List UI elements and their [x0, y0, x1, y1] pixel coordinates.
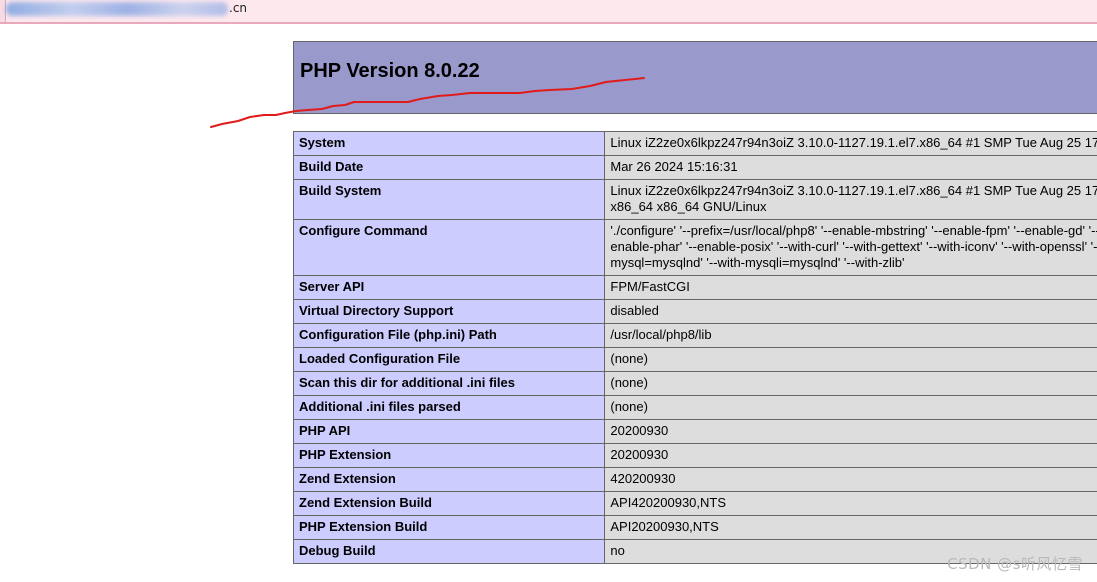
row-label: Additional .ini files parsed: [292, 395, 606, 420]
php-info-table: System Linux iZ2ze0x6lkpz247r94n3oiZ 3.10…: [292, 131, 1097, 564]
row-value-line: API420200930,NTS: [610, 495, 727, 510]
table-row: Configure Command './configure' '--prefix…: [292, 219, 1097, 276]
table-row: Loaded Configuration File (none): [292, 347, 1097, 372]
row-value: Linux iZ2ze0x6lkpz247r94n3oiZ 3.10.0-112…: [604, 179, 1097, 220]
row-label: Server API: [292, 275, 606, 300]
row-value: /usr/local/php8/lib: [604, 323, 1097, 348]
row-label: PHP API: [292, 419, 606, 444]
row-value: disabled: [604, 299, 1097, 324]
row-value: API20200930,NTS: [604, 515, 1097, 540]
row-label: Loaded Configuration File: [292, 347, 606, 372]
row-value-line: FPM/FastCGI: [610, 279, 690, 294]
row-value-line: (none): [610, 399, 648, 414]
row-value-line: /usr/local/php8/lib: [610, 327, 712, 342]
table-row: Zend Extension Build API420200930,NTS: [292, 491, 1097, 516]
row-value: (none): [604, 371, 1097, 396]
row-value-line: mysql=mysqlnd' '--with-mysqli=mysqlnd' '…: [610, 255, 905, 270]
table-row: Scan this dir for additional .ini files (…: [292, 371, 1097, 396]
row-value-line: Mar 26 2024 15:16:31: [610, 159, 738, 174]
row-value: 20200930: [604, 443, 1097, 468]
row-value: (none): [604, 395, 1097, 420]
row-value-line: enable-phar' '--enable-posix' '--with-cu…: [610, 239, 1097, 254]
row-label: Scan this dir for additional .ini files: [292, 371, 606, 396]
row-label: Build Date: [292, 155, 606, 180]
php-info-table-body: System Linux iZ2ze0x6lkpz247r94n3oiZ 3.10…: [292, 131, 1097, 564]
table-row: Zend Extension 420200930: [292, 467, 1097, 492]
redacted-url: [6, 2, 228, 16]
row-label: Configure Command: [292, 219, 606, 276]
table-row: Build System Linux iZ2ze0x6lkpz247r94n3oi…: [292, 179, 1097, 220]
row-value: API420200930,NTS: [604, 491, 1097, 516]
row-value: Linux iZ2ze0x6lkpz247r94n3oiZ 3.10.0-112…: [604, 131, 1097, 156]
table-row: Build Date Mar 26 2024 15:16:31: [292, 155, 1097, 180]
row-value-line: 20200930: [610, 423, 669, 438]
row-value: FPM/FastCGI: [604, 275, 1097, 300]
row-label: PHP Extension Build: [292, 515, 606, 540]
row-value-line: (none): [610, 351, 648, 366]
row-value: 420200930: [604, 467, 1097, 492]
table-row: Configuration File (php.ini) Path/usr/lo…: [292, 323, 1097, 348]
table-row: Server API FPM/FastCGI: [292, 275, 1097, 300]
row-value-line: x86_64 x86_64 GNU/Linux: [610, 199, 767, 214]
row-label: Virtual Directory Support: [292, 299, 606, 324]
row-value: Mar 26 2024 15:16:31: [604, 155, 1097, 180]
row-value-line: './configure' '--prefix=/usr/local/php8'…: [610, 223, 1097, 238]
row-label: Build System: [292, 179, 606, 220]
table-row: PHP Extension Build API20200930,NTS: [292, 515, 1097, 540]
row-value-line: (none): [610, 375, 648, 390]
row-label: PHP Extension: [292, 443, 606, 468]
row-value-line: 20200930: [610, 447, 669, 462]
row-label: Debug Build: [292, 539, 606, 564]
row-value: (none): [604, 347, 1097, 372]
page-title: PHP Version 8.0.22: [300, 60, 480, 82]
php-version-header: PHP Version 8.0.22: [293, 41, 1097, 114]
row-value-line: API20200930,NTS: [610, 519, 719, 534]
row-value-line: Linux iZ2ze0x6lkpz247r94n3oiZ 3.10.0-112…: [610, 135, 1097, 150]
row-label: Zend Extension: [292, 467, 606, 492]
url-suffix: .cn: [229, 1, 248, 15]
row-label: Zend Extension Build: [292, 491, 606, 516]
browser-address-bar[interactable]: .cn: [0, 0, 1097, 24]
table-row: PHP Extension 20200930: [292, 443, 1097, 468]
row-value-line: 420200930: [610, 471, 676, 486]
table-row: Virtual Directory Support disabled: [292, 299, 1097, 324]
table-row: System Linux iZ2ze0x6lkpz247r94n3oiZ 3.10…: [292, 131, 1097, 156]
row-label: Configuration File (php.ini) Path: [292, 323, 606, 348]
table-row: PHP API 20200930: [292, 419, 1097, 444]
row-value-line: disabled: [610, 303, 659, 318]
page: .cn PHP Version 8.0.22 System Linux iZ2ze…: [0, 0, 1097, 582]
table-row: Additional .ini files parsed (none): [292, 395, 1097, 420]
row-value: 20200930: [604, 419, 1097, 444]
row-label: System: [292, 131, 606, 156]
row-value-line: Linux iZ2ze0x6lkpz247r94n3oiZ 3.10.0-112…: [610, 183, 1097, 198]
row-value: './configure' '--prefix=/usr/local/php8'…: [604, 219, 1097, 276]
watermark: CSDN @s听风忆雪: [947, 555, 1083, 573]
